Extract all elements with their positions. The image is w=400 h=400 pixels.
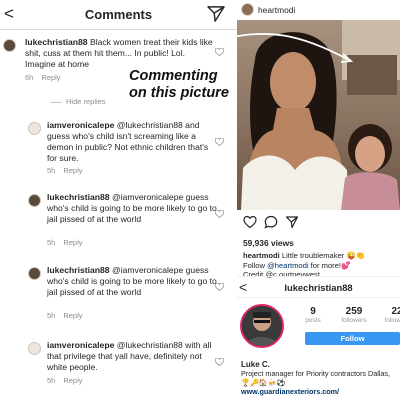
slide-count: 2 [242,195,247,204]
heart-icon[interactable] [215,358,224,366]
avatar[interactable] [3,39,16,52]
comments-header: < Comments [0,0,237,30]
comment-username[interactable]: iamveronicalepe [47,120,114,130]
comment-username[interactable]: lukechristian88 [47,192,110,202]
comments-panel: < Comments lukechristian88 Black women t… [0,0,237,400]
reply-link[interactable]: Reply [63,166,82,175]
follow-button[interactable]: Follow [305,332,400,345]
send-icon[interactable] [207,6,225,22]
comment-time: 6h [25,73,34,82]
avatar[interactable] [28,342,41,355]
comment-item: lukechristian88 @iamveronicalepe guess w… [0,192,237,252]
bio-emoji: 🏆🔑🏠🍻⚽ [241,378,286,387]
post-username[interactable]: heartmodi [258,5,295,15]
bio-name: Luke C. [241,360,270,369]
profile-username: lukechristian88 [284,282,353,293]
comment-item: lukechristian88 @iamveronicalepe guess w… [0,265,237,325]
mention-link[interactable]: @heartmodi [267,261,308,270]
heart-icon[interactable] [215,48,224,56]
comment-username[interactable]: lukechristian88 [25,37,88,47]
caption-text: Little troublemaker [281,251,345,260]
heart-icon[interactable] [215,138,224,146]
comment-time: 5h [47,166,56,175]
view-count: 59,936 views [243,238,294,248]
divider [50,101,62,103]
profile-avatar[interactable] [240,304,284,348]
reply-link[interactable]: Reply [63,376,82,385]
heart-icon[interactable] [215,210,224,218]
comment-time: 5h [47,376,56,385]
post-header: heartmodi [237,0,400,22]
heart-icon[interactable] [215,283,224,291]
post-photo[interactable] [237,20,400,210]
posts-stat[interactable]: 9 posts [295,306,331,324]
avatar[interactable] [28,122,41,135]
caption-username[interactable]: heartmodi [243,251,280,260]
caption-emoji: 😜👏 [346,251,366,260]
comment-time: 5h [47,238,56,247]
profile-bio: Luke C. Project manager for Priority con… [241,360,400,396]
reply-link[interactable]: Reply [63,238,82,247]
comment-icon[interactable] [264,215,278,229]
following-stat[interactable]: 22 following [379,306,400,324]
reply-link[interactable]: Reply [63,311,82,320]
comment-username[interactable]: lukechristian88 [47,265,110,275]
avatar[interactable] [28,267,41,280]
share-icon[interactable] [285,215,299,229]
bio-text: Project manager for Priority contractors… [241,369,390,378]
avatar[interactable] [241,3,254,16]
post-actions [237,212,400,234]
comment-item: iamveronicalepe @lukechristian88 and gue… [0,120,237,180]
avatar[interactable] [28,194,41,207]
bio-website-link[interactable]: www.guardianexteriors.com/ [241,387,400,396]
followers-stat[interactable]: 259 followers [336,306,372,324]
comment-username[interactable]: iamveronicalepe [47,340,114,350]
post-panel: heartmodi 2 59,936 views heartmodi Littl… [237,0,400,400]
comments-title: Comments [84,7,153,22]
reply-link[interactable]: Reply [41,73,60,82]
annotation-text: Commenting on this picture [129,68,229,101]
comment-item: iamveronicalepe @lukechristian88 with al… [0,340,237,396]
hide-replies-toggle[interactable]: Hide replies [50,97,106,106]
heart-icon[interactable] [243,215,257,229]
profile-header: < lukechristian88 [237,276,400,298]
comment-time: 5h [47,311,56,320]
